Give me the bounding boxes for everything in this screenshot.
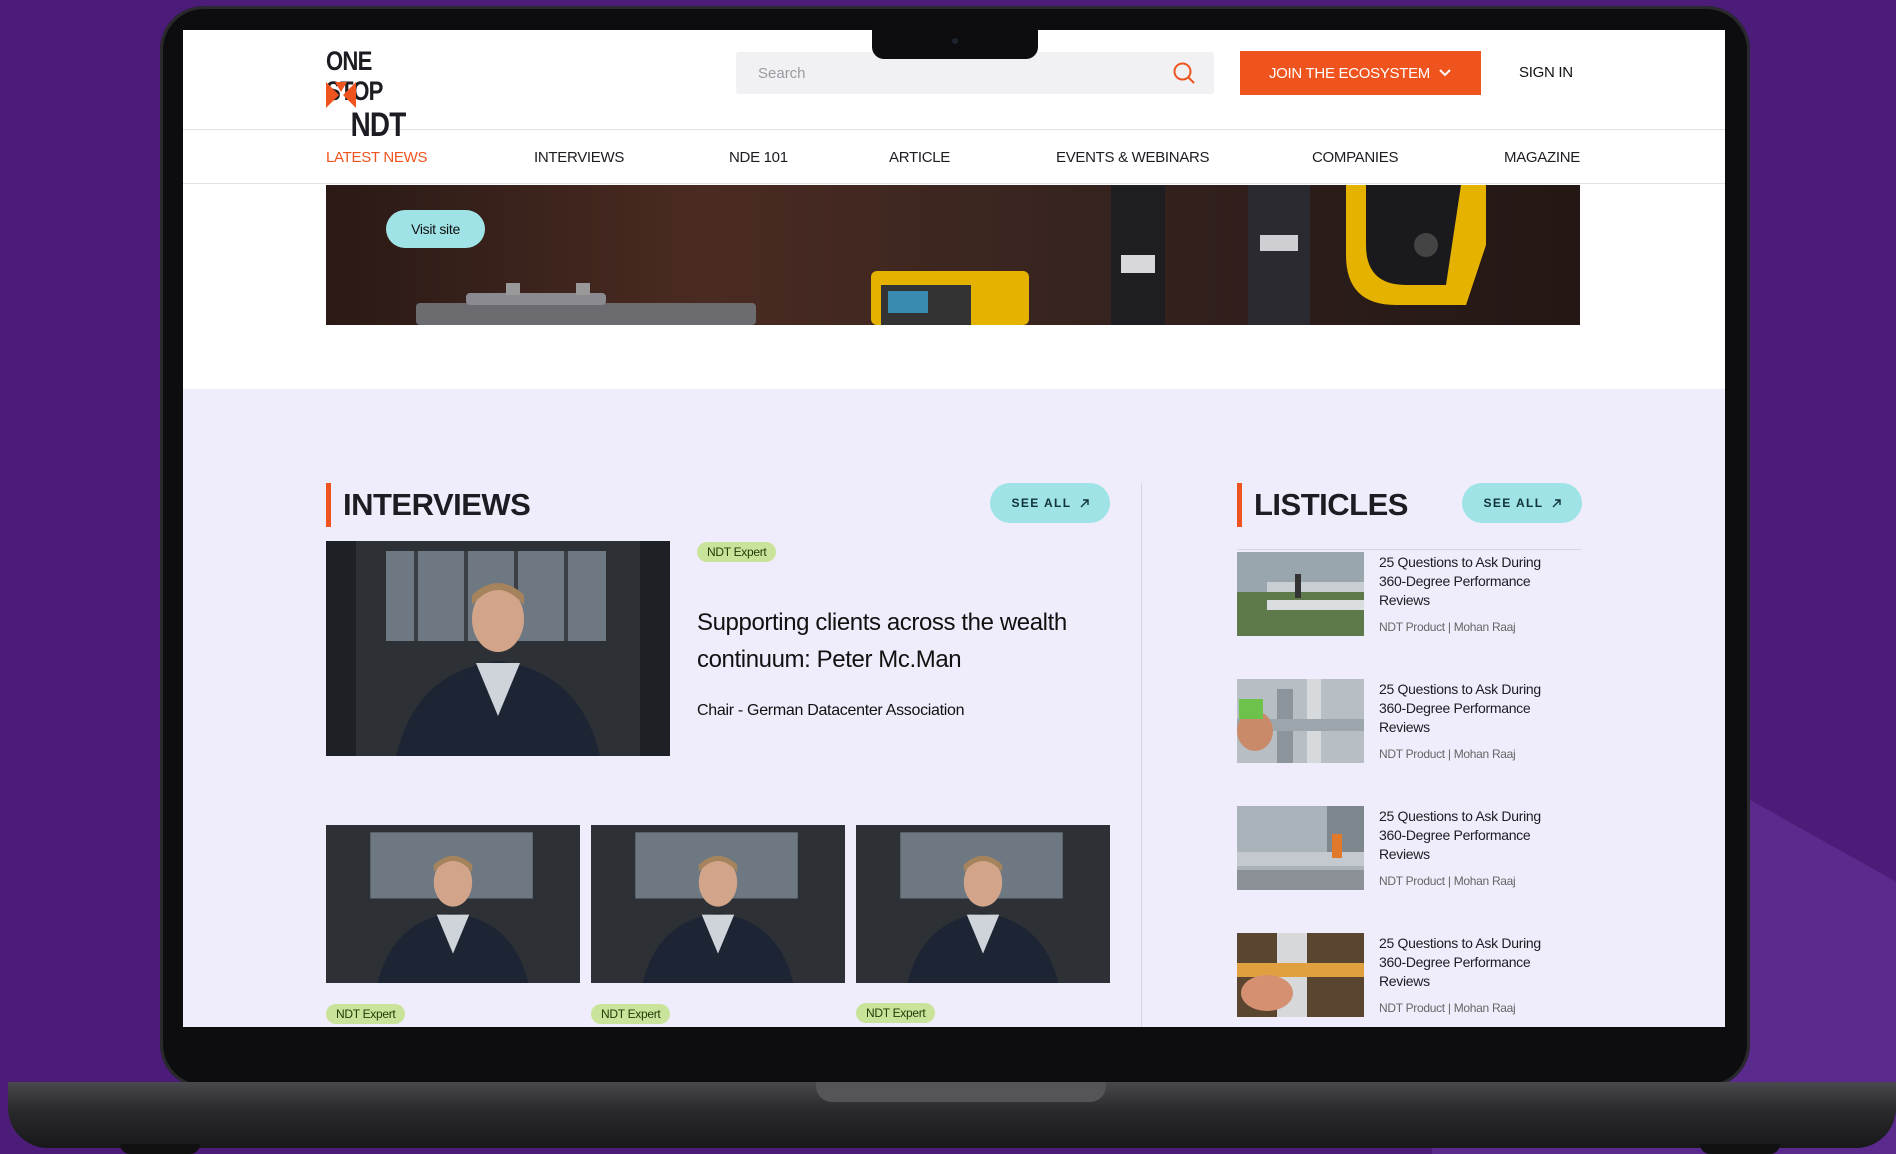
nav-item-events-webinars[interactable]: EVENTS & WEBINARS [1056,149,1210,166]
ndt-expert-badge: NDT Expert [591,1004,671,1024]
person-image [856,825,1110,983]
person-image [326,541,670,756]
listicle-meta: NDT Product | Mohan Raaj [1379,620,1516,634]
camera-notch [872,29,1038,59]
ndt-expert-badge: NDT Expert [856,1003,936,1023]
featured-interview-subtitle: Chair - German Datacenter Association [697,702,965,719]
logo-mark-icon [326,82,356,108]
browser-screen: ONE STOP NDT JOIN THE ECOSYSTEM SIGN IN … [183,30,1725,1027]
listicles-divider [1237,549,1581,550]
interview-card-thumbnail[interactable] [591,825,845,983]
join-ecosystem-button[interactable]: JOIN THE ECOSYSTEM [1240,51,1481,95]
ad-banner[interactable]: Visit site [326,185,1580,325]
listicle-title[interactable]: 25 Questions to Ask During 360-Degree Pe… [1379,807,1569,864]
listicle-thumbnail[interactable] [1237,806,1364,890]
chevron-down-icon [1439,69,1451,77]
listicle-thumbnail[interactable] [1237,552,1364,636]
ndt-expert-badge: NDT Expert [697,542,777,562]
listicle-thumbnail[interactable] [1237,933,1364,1017]
person-image [591,825,845,983]
pipe-inspection-image [1237,679,1364,763]
listicles-see-all-button[interactable]: SEE ALL [1462,483,1582,523]
site-logo[interactable]: ONE STOP NDT [326,46,426,144]
laptop-foot [120,1144,200,1154]
laptop-lip [816,1082,1106,1102]
listicle-title[interactable]: 25 Questions to Ask During 360-Degree Pe… [1379,553,1569,610]
interviews-heading: INTERVIEWS [326,483,531,527]
nav-item-interviews[interactable]: INTERVIEWS [534,149,624,166]
main-nav: LATEST NEWS INTERVIEWS NDE 101 ARTICLE E… [183,130,1725,184]
column-divider [1141,483,1142,1027]
listicle-meta: NDT Product | Mohan Raaj [1379,1001,1516,1015]
listicle-thumbnail[interactable] [1237,679,1364,763]
arrow-up-right-icon [1080,498,1089,507]
join-label: JOIN THE ECOSYSTEM [1268,64,1430,82]
nav-item-companies[interactable]: COMPANIES [1312,149,1399,166]
interview-card-thumbnail[interactable] [856,825,1110,983]
see-all-label: SEE ALL [1011,496,1072,510]
industrial-site-image [1237,806,1364,890]
person-image [326,825,580,983]
interview-card-thumbnail[interactable] [326,825,580,983]
listicle-meta: NDT Product | Mohan Raaj [1379,874,1516,888]
listicle-title[interactable]: 25 Questions to Ask During 360-Degree Pe… [1379,934,1569,991]
see-all-label: SEE ALL [1483,496,1544,510]
banner-equipment-image [416,185,1486,325]
worker-image [1237,933,1364,1017]
sign-in-link[interactable]: SIGN IN [1519,64,1573,81]
arrow-up-right-icon [1552,498,1561,507]
search-icon[interactable] [1172,61,1196,85]
listicles-heading: LISTICLES [1237,483,1408,527]
nav-item-magazine[interactable]: MAGAZINE [1504,149,1580,166]
listicle-title[interactable]: 25 Questions to Ask During 360-Degree Pe… [1379,680,1569,737]
listicle-meta: NDT Product | Mohan Raaj [1379,747,1516,761]
featured-interview-title[interactable]: Supporting clients across the wealth con… [697,604,1117,678]
featured-interview-thumbnail[interactable] [326,541,670,756]
visit-site-button[interactable]: Visit site [386,210,485,248]
nav-item-article[interactable]: ARTICLE [889,149,950,166]
pipeline-image [1237,552,1364,636]
laptop-foot [1700,1144,1780,1154]
laptop-base [8,1082,1896,1148]
nav-item-latest-news[interactable]: LATEST NEWS [326,149,427,166]
nav-item-nde-101[interactable]: NDE 101 [729,149,788,166]
ndt-expert-badge: NDT Expert [326,1004,406,1024]
camera-icon [952,38,958,44]
interviews-see-all-button[interactable]: SEE ALL [990,483,1110,523]
